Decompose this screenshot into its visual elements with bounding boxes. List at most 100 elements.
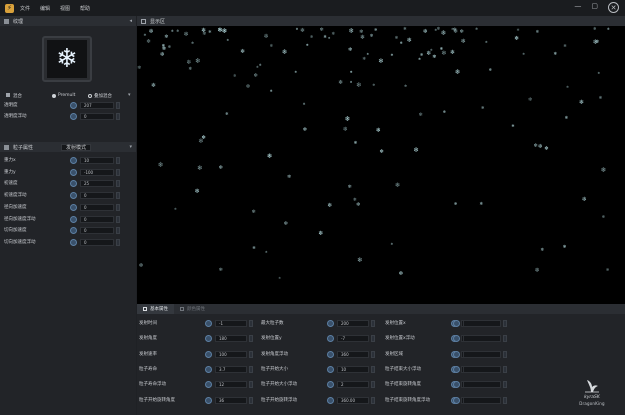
extra-prop-field[interactable] bbox=[463, 396, 501, 404]
prop-field[interactable]: 0 bbox=[80, 192, 114, 200]
prop-spinner[interactable] bbox=[116, 215, 120, 223]
basic-prop-field[interactable]: 200 bbox=[337, 320, 369, 327]
collapse-icon[interactable]: ◂ bbox=[129, 18, 132, 24]
extra-prop-dial[interactable] bbox=[453, 335, 460, 343]
extra-prop-spinner[interactable] bbox=[503, 320, 507, 327]
basic-prop-dial[interactable] bbox=[327, 350, 334, 358]
basic-prop-dial[interactable] bbox=[205, 320, 212, 327]
basic-prop-dial[interactable] bbox=[205, 350, 212, 358]
extra-prop-spinner[interactable] bbox=[503, 365, 507, 373]
minimize-icon[interactable]: — bbox=[574, 2, 581, 13]
basic-prop-field[interactable]: 10 bbox=[337, 365, 369, 373]
radio-selected-icon[interactable] bbox=[52, 93, 56, 98]
prop-dial[interactable] bbox=[70, 203, 77, 211]
basic-prop-spinner[interactable] bbox=[249, 335, 253, 343]
menu-edit[interactable]: 编辑 bbox=[40, 5, 50, 12]
basic-prop-field[interactable]: 2 bbox=[337, 381, 369, 389]
basic-prop-spinner[interactable] bbox=[249, 350, 253, 358]
menu-help[interactable]: 帮助 bbox=[80, 5, 90, 12]
opacity-var-field[interactable]: 0 bbox=[80, 113, 114, 120]
basic-prop-field[interactable]: 360.00 bbox=[337, 396, 369, 404]
basic-prop-spinner[interactable] bbox=[371, 320, 375, 327]
basic-prop-dial[interactable] bbox=[327, 365, 334, 373]
opacity-dial[interactable] bbox=[70, 102, 77, 109]
extra-prop-field[interactable] bbox=[463, 365, 501, 373]
maximize-icon[interactable]: ▢ bbox=[591, 2, 598, 13]
tab-color-props[interactable]: 颜色属性 bbox=[174, 304, 211, 314]
prop-dial[interactable] bbox=[70, 180, 77, 188]
basic-prop-dial[interactable] bbox=[327, 396, 334, 404]
basic-prop-dial[interactable] bbox=[205, 396, 212, 404]
close-icon[interactable]: ✕ bbox=[608, 2, 619, 13]
blend-option-premult[interactable]: Premult bbox=[52, 93, 75, 98]
prop-field[interactable]: 25 bbox=[80, 180, 114, 188]
basic-prop-spinner[interactable] bbox=[371, 381, 375, 389]
particle-viewport[interactable]: ❄ ❄ ❄ ❄ ❄ ❄ ❄ ❄ ❄ ❄ ❄ ❄ ❄ ❄ ❄ ❄ ❄ ❄ ❄ ❄ ❄ ❄ ❄ ❄ ❄ ❄ ❄ ❄ ❄ ❄ ❄ ❄ ❄ ❄ ❄ ❄ ❄ ❄ ❄ ❄… bbox=[137, 26, 625, 304]
opacity-var-dial[interactable] bbox=[70, 113, 77, 120]
prop-dial[interactable] bbox=[70, 157, 77, 164]
basic-prop-dial[interactable] bbox=[327, 320, 334, 327]
prop-field[interactable]: 10 bbox=[80, 157, 114, 164]
basic-prop-spinner[interactable] bbox=[371, 335, 375, 343]
prop-field[interactable]: 0 bbox=[80, 203, 114, 211]
prop-spinner[interactable] bbox=[116, 227, 120, 235]
basic-prop-field[interactable]: 360 bbox=[337, 350, 369, 358]
prop-field[interactable]: 0 bbox=[80, 238, 114, 246]
opacity-var-spinner[interactable] bbox=[116, 113, 120, 120]
emit-mode-chevron-icon[interactable]: ▾ bbox=[129, 144, 132, 150]
basic-prop-spinner[interactable] bbox=[249, 365, 253, 373]
texture-preview[interactable]: ❄ bbox=[42, 36, 92, 82]
basic-prop-field[interactable]: -7 bbox=[337, 335, 369, 343]
basic-prop-dial[interactable] bbox=[327, 381, 334, 389]
basic-prop-spinner[interactable] bbox=[249, 381, 253, 389]
prop-spinner[interactable] bbox=[116, 203, 120, 211]
extra-prop-spinner[interactable] bbox=[503, 381, 507, 389]
prop-field[interactable]: 0 bbox=[80, 215, 114, 223]
extra-prop-dial[interactable] bbox=[453, 396, 460, 404]
prop-field[interactable]: -100 bbox=[80, 168, 114, 176]
prop-spinner[interactable] bbox=[116, 238, 120, 246]
dropdown-chevron-icon[interactable]: ▾ bbox=[128, 92, 131, 98]
menu-view[interactable]: 视图 bbox=[60, 5, 70, 12]
prop-spinner[interactable] bbox=[116, 157, 120, 164]
prop-spinner[interactable] bbox=[116, 180, 120, 188]
basic-prop-dial[interactable] bbox=[327, 335, 334, 343]
basic-prop-dial[interactable] bbox=[205, 381, 212, 389]
extra-prop-field[interactable] bbox=[463, 320, 501, 327]
extra-prop-spinner[interactable] bbox=[503, 335, 507, 343]
extra-prop-field[interactable] bbox=[463, 381, 501, 389]
basic-prop-spinner[interactable] bbox=[371, 350, 375, 358]
basic-prop-dial[interactable] bbox=[205, 365, 212, 373]
prop-dial[interactable] bbox=[70, 168, 77, 176]
basic-prop-dial[interactable] bbox=[205, 335, 212, 343]
basic-prop-spinner[interactable] bbox=[371, 396, 375, 404]
extra-prop-field[interactable] bbox=[463, 350, 501, 358]
extra-prop-dial[interactable] bbox=[453, 350, 460, 358]
basic-prop-field[interactable]: 180 bbox=[215, 335, 247, 343]
basic-prop-field[interactable]: -1 bbox=[215, 320, 247, 327]
menu-file[interactable]: 文件 bbox=[20, 5, 30, 12]
tab-basic-props[interactable]: 基本属性 bbox=[137, 304, 174, 314]
extra-prop-dial[interactable] bbox=[453, 320, 460, 327]
extra-prop-spinner[interactable] bbox=[503, 350, 507, 358]
basic-prop-field[interactable]: 12 bbox=[215, 381, 247, 389]
radio-icon[interactable] bbox=[88, 94, 92, 98]
basic-prop-spinner[interactable] bbox=[371, 365, 375, 373]
prop-spinner[interactable] bbox=[116, 192, 120, 200]
extra-prop-spinner[interactable] bbox=[503, 396, 507, 404]
extra-prop-dial[interactable] bbox=[453, 365, 460, 373]
basic-prop-field[interactable]: 100 bbox=[215, 350, 247, 358]
basic-prop-field[interactable]: 36 bbox=[215, 396, 247, 404]
basic-prop-field[interactable]: 3.7 bbox=[215, 365, 247, 373]
emit-mode-select[interactable]: 发射模式 bbox=[61, 143, 92, 151]
extra-prop-field[interactable] bbox=[463, 335, 501, 343]
prop-field[interactable]: 0 bbox=[80, 227, 114, 235]
prop-dial[interactable] bbox=[70, 238, 77, 246]
opacity-field[interactable]: 207 bbox=[80, 102, 114, 109]
prop-dial[interactable] bbox=[70, 215, 77, 223]
opacity-spinner[interactable] bbox=[116, 102, 120, 109]
prop-dial[interactable] bbox=[70, 227, 77, 235]
basic-prop-spinner[interactable] bbox=[249, 396, 253, 404]
prop-spinner[interactable] bbox=[116, 168, 120, 176]
extra-prop-dial[interactable] bbox=[453, 381, 460, 389]
